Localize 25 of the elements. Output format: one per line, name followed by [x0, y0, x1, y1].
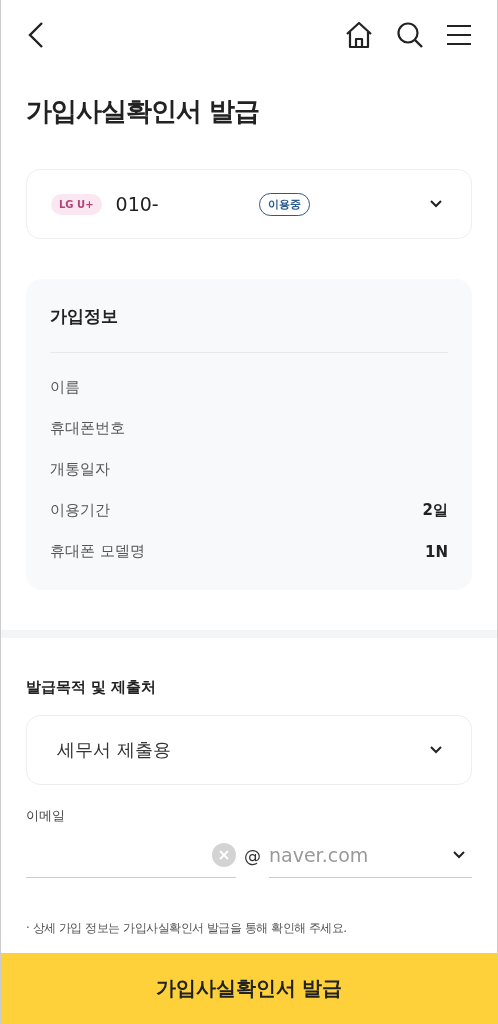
page-title: 가입사실확인서 발급 — [26, 95, 261, 128]
search-icon[interactable] — [396, 21, 424, 49]
menu-icon[interactable] — [446, 23, 472, 47]
home-icon[interactable] — [344, 20, 374, 50]
info-label: 개통일자 — [50, 460, 110, 479]
section-label: 발급목적 및 제출처 — [26, 678, 158, 697]
at-sign: @ — [244, 845, 261, 866]
info-label: 휴대폰 모델명 — [50, 542, 145, 561]
back-icon[interactable] — [26, 20, 46, 50]
info-title: 가입정보 — [50, 305, 119, 328]
chevron-down-icon — [429, 745, 443, 755]
purpose-dropdown[interactable]: 세무서 제출용 — [26, 715, 472, 785]
info-value: 2일 — [422, 501, 448, 520]
chevron-down-icon — [429, 199, 443, 209]
phone-number: 010- — [115, 193, 159, 215]
notice-text: · 상세 가입 정보는 가입사실확인서 발급을 통해 확인해 주세요. — [26, 920, 348, 937]
line-selector[interactable]: LG U+ 010- 이용중 — [26, 169, 472, 239]
email-label: 이메일 — [26, 807, 66, 825]
info-label: 이름 — [50, 378, 80, 397]
carrier-badge: LG U+ — [51, 193, 102, 215]
chevron-down-icon — [452, 850, 466, 860]
info-label: 휴대폰번호 — [50, 419, 125, 438]
issue-button[interactable]: 가입사실확인서 발급 — [1, 953, 497, 1024]
info-label: 이용기간 — [50, 501, 110, 520]
info-value: 1N — [425, 542, 448, 561]
